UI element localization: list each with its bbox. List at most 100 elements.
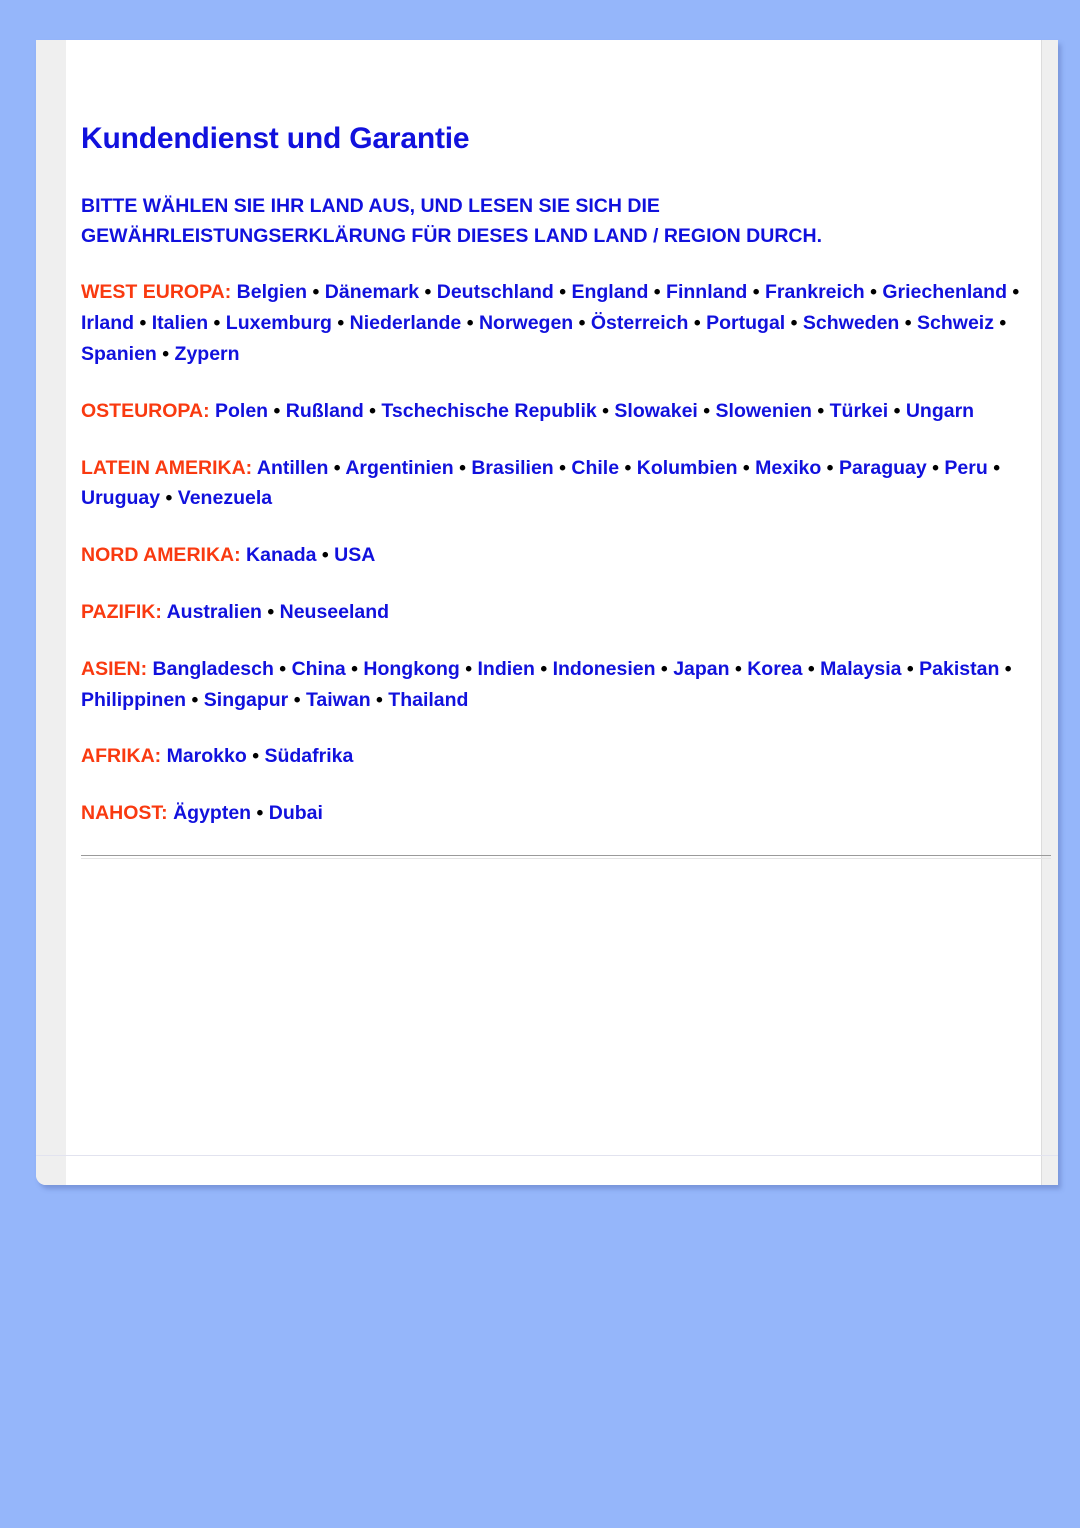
country-link[interactable]: Antillen — [257, 457, 329, 479]
region-label: OSTEUROPA: — [81, 399, 210, 422]
bullet-separator-icon: • — [160, 487, 178, 510]
country-link[interactable]: Marokko — [167, 745, 247, 767]
country-link[interactable]: Korea — [747, 658, 802, 680]
country-link[interactable]: Tschechische Republik — [381, 400, 596, 422]
region-country-list[interactable]: Australien • Neuseeland — [167, 601, 390, 623]
country-link[interactable]: Indonesien — [553, 658, 656, 680]
bullet-separator-icon: • — [596, 399, 615, 422]
bullet-separator-icon: • — [363, 399, 382, 422]
country-link[interactable]: Australien — [167, 601, 262, 623]
country-link[interactable]: Brasilien — [471, 457, 553, 479]
country-link[interactable]: Griechenland — [882, 281, 1007, 303]
country-link[interactable]: Singapur — [204, 689, 289, 711]
country-link[interactable]: Niederlande — [350, 312, 462, 334]
bullet-separator-icon: • — [328, 456, 346, 479]
region-country-list[interactable]: Ägypten • Dubai — [173, 802, 323, 824]
bullet-separator-icon: • — [999, 657, 1012, 680]
bullet-separator-icon: • — [208, 312, 226, 335]
bullet-separator-icon: • — [186, 688, 204, 711]
bullet-separator-icon: • — [901, 657, 920, 680]
bullet-separator-icon: • — [821, 456, 839, 479]
bullet-separator-icon: • — [273, 657, 292, 680]
country-link[interactable]: Norwegen — [479, 312, 573, 334]
country-link[interactable]: Peru — [944, 457, 987, 479]
country-link[interactable]: Dänemark — [325, 281, 419, 303]
country-link[interactable]: Schweden — [803, 312, 899, 334]
country-link[interactable]: Thailand — [388, 689, 468, 711]
bullet-separator-icon: • — [261, 601, 280, 624]
country-link[interactable]: Bangladesch — [153, 658, 274, 680]
country-link[interactable]: Kolumbien — [637, 457, 738, 479]
region-country-list[interactable]: Polen • Rußland • Tschechische Republik … — [215, 400, 974, 422]
country-link[interactable]: Italien — [152, 312, 208, 334]
country-link[interactable]: Paraguay — [839, 457, 927, 479]
country-link[interactable]: Frankreich — [765, 281, 865, 303]
bullet-separator-icon: • — [459, 657, 478, 680]
bullet-separator-icon: • — [987, 456, 1001, 479]
country-link[interactable]: Luxemburg — [226, 312, 332, 334]
country-link[interactable]: Finnland — [666, 281, 747, 303]
bullet-separator-icon: • — [899, 312, 918, 335]
country-link[interactable]: Mexiko — [755, 457, 821, 479]
bullet-separator-icon: • — [461, 312, 479, 335]
page-footer-rule — [36, 1155, 1058, 1156]
page-title: Kundendienst und Garantie — [81, 122, 470, 155]
country-link[interactable]: Ungarn — [906, 400, 974, 422]
country-link[interactable]: Kanada — [246, 544, 316, 566]
country-link[interactable]: Deutschland — [437, 281, 554, 303]
country-link[interactable]: Rußland — [286, 400, 364, 422]
region-row: AFRIKA: Marokko • Südafrika — [81, 741, 1031, 772]
country-link[interactable]: Portugal — [706, 312, 785, 334]
region-country-list[interactable]: Marokko • Südafrika — [167, 745, 354, 767]
bullet-separator-icon: • — [785, 312, 803, 335]
country-link[interactable]: Österreich — [591, 312, 689, 334]
region-label: AFRIKA: — [81, 745, 162, 768]
bullet-separator-icon: • — [688, 312, 707, 335]
country-link[interactable]: Ägypten — [173, 802, 251, 824]
country-link[interactable]: Argentinien — [345, 457, 453, 479]
country-link[interactable]: Japan — [673, 658, 729, 680]
bullet-separator-icon: • — [573, 312, 591, 335]
country-link[interactable]: Zypern — [175, 343, 240, 365]
region-label: WEST EUROPA: — [81, 281, 232, 304]
country-link[interactable]: Pakistan — [919, 658, 999, 680]
country-link[interactable]: Dubai — [269, 802, 323, 824]
country-link[interactable]: Philippinen — [81, 689, 186, 711]
country-link[interactable]: Irland — [81, 312, 134, 334]
bullet-separator-icon: • — [345, 657, 364, 680]
bullet-separator-icon: • — [331, 312, 350, 335]
region-label: ASIEN: — [81, 657, 148, 680]
country-link[interactable]: Indien — [477, 658, 534, 680]
country-link[interactable]: Hongkong — [363, 658, 459, 680]
country-link[interactable]: Slowakei — [614, 400, 697, 422]
country-link[interactable]: Uruguay — [81, 487, 160, 509]
bullet-separator-icon: • — [811, 399, 830, 422]
bullet-separator-icon: • — [737, 456, 756, 479]
country-link[interactable]: Türkei — [830, 400, 889, 422]
region-country-list[interactable]: Kanada • USA — [246, 544, 375, 566]
region-label: PAZIFIK: — [81, 601, 162, 624]
country-link[interactable]: Schweiz — [917, 312, 994, 334]
country-link[interactable]: Malaysia — [820, 658, 901, 680]
country-link[interactable]: Polen — [215, 400, 268, 422]
country-link[interactable]: Taiwan — [306, 689, 371, 711]
country-link[interactable]: Belgien — [237, 281, 307, 303]
region-row: ASIEN: Bangladesch • China • Hongkong • … — [81, 654, 1031, 716]
bullet-separator-icon: • — [926, 456, 945, 479]
region-row: PAZIFIK: Australien • Neuseeland — [81, 597, 1031, 628]
country-link[interactable]: Chile — [571, 457, 619, 479]
country-link[interactable]: China — [292, 658, 346, 680]
bullet-separator-icon: • — [268, 399, 286, 422]
country-link[interactable]: Venezuela — [178, 487, 272, 509]
country-link[interactable]: Südafrika — [264, 745, 353, 767]
country-link[interactable]: Neuseeland — [280, 601, 389, 623]
bullet-separator-icon: • — [697, 399, 716, 422]
bullet-separator-icon: • — [553, 281, 572, 304]
region-country-list[interactable]: Bangladesch • China • Hongkong • Indien … — [81, 658, 1012, 711]
bullet-separator-icon: • — [619, 456, 637, 479]
country-link[interactable]: Spanien — [81, 343, 157, 365]
country-link[interactable]: Slowenien — [716, 400, 812, 422]
bullet-separator-icon: • — [747, 281, 765, 304]
country-link[interactable]: England — [571, 281, 648, 303]
country-link[interactable]: USA — [334, 544, 375, 566]
